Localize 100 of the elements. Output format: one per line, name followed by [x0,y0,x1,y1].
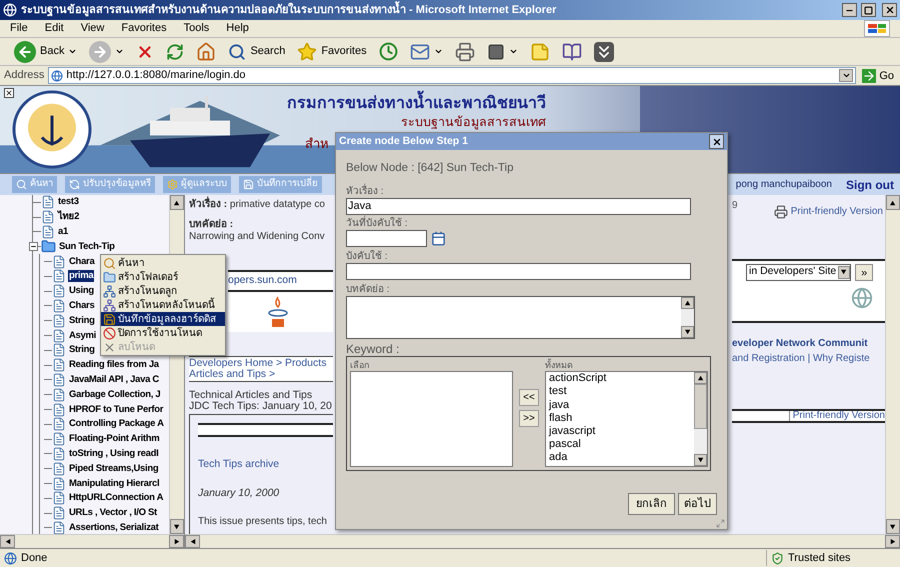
register-link[interactable]: and Registration | Why Registe [732,351,885,366]
menu-item[interactable]: บันทึกข้อมูลลงฮาร์ดดิส [101,312,225,326]
menu-item[interactable]: สร้างโฟลเดอร์ [101,270,225,284]
menu-item[interactable]: สร้างโหนดลูก [101,284,225,298]
menu-item[interactable]: ค้นหา [101,256,225,270]
resize-grip-icon[interactable] [716,519,725,528]
menu-item[interactable]: Help [226,20,249,37]
menu-item[interactable]: View [80,20,104,37]
abstract-field[interactable] [346,296,695,340]
tree-item[interactable]: JavaMail API , Java C [68,374,160,386]
scroll-down-button[interactable] [681,326,694,338]
breadcrumb-link[interactable]: Developers Home > Products [189,358,333,369]
toolbar-button[interactable] [592,40,616,64]
toolbar-button[interactable] [376,40,400,64]
tree-item[interactable]: Piped Streams,Using [68,462,160,475]
tree-item[interactable]: Sun Tech-Tip [58,240,116,253]
tree-item[interactable]: Chara [68,256,96,268]
scroll-down-button[interactable] [694,454,707,466]
breadcrumb-link[interactable]: Articles and Tips > [189,369,333,380]
tree-item[interactable]: Reading files from Ja [68,359,160,372]
keyword-option[interactable]: javascript [549,425,694,438]
close-button[interactable] [709,134,724,149]
go-button[interactable]: » [855,264,874,280]
scroll-down-button[interactable] [886,519,900,534]
window-title: ระบบฐานข้อมูลสารสนเทศสำหรับงานด้านความปลอดภัยในระบบการขนส่งทางน้ำ - Microsoft Internet Explorer [21,2,838,18]
scroll-right-button[interactable] [885,535,900,548]
scroll-up-button[interactable] [170,195,184,210]
banner-text: สำห [305,136,329,152]
right-arrow-icon [890,538,896,544]
keyword-option[interactable]: java [549,398,694,412]
print-link[interactable]: Print-friendly Version [790,204,883,219]
tree-item[interactable]: URLs , Vector , I/O St [68,507,158,520]
menu-item[interactable]: สร้างโหนดหลังโหนดนี้ [101,298,225,312]
archive-link[interactable]: Tech Tips archive [198,457,333,473]
tree-item[interactable]: toString , Using readI [68,448,160,460]
remove-button[interactable]: >> [519,410,539,428]
add-button[interactable]: << [519,389,539,406]
chosen-list[interactable] [350,371,513,468]
close-icon[interactable] [4,88,14,98]
community-link[interactable]: eveloper Network Communit [732,336,885,351]
menu-item[interactable]: Favorites [121,20,167,37]
close-button[interactable] [882,3,897,17]
go-button[interactable]: Go [860,68,896,82]
sign-out-link[interactable]: Sign out [846,176,894,194]
scroll-left-button[interactable] [185,535,200,548]
scroll-up-button[interactable] [694,372,707,384]
tree-item[interactable]: Manipulating Hierarcl [68,478,160,490]
toolbar-button[interactable]: Favorites [295,40,369,64]
menu-item[interactable]: Tools [184,20,210,37]
scroll-left-button[interactable] [0,535,15,548]
menu-item[interactable]: Edit [44,20,64,37]
tree-item[interactable]: test3 [57,196,80,208]
tree-item[interactable]: a1 [57,226,69,238]
scroll-up-button[interactable] [886,195,900,210]
scroll-right-button[interactable] [169,535,184,548]
tree-item[interactable]: Floating-Point Arithm [68,433,160,446]
ban-icon [103,326,116,340]
tree-item[interactable]: Chars [68,300,96,312]
keyword-option[interactable]: test [549,385,694,399]
tree-item[interactable]: HttpURLConnection A [68,492,164,504]
toolbar-button[interactable]: Search [226,40,288,64]
address-field[interactable]: http://127.0.0.1:8080/marine/login.do [48,67,856,84]
keyword-option[interactable]: ada [549,451,694,465]
topic-field[interactable]: Java [346,198,691,216]
tree-item[interactable]: ไทย2 [57,211,80,224]
zone-text: Trusted sites [788,550,851,566]
date-label: วันที่บังคับใช้ : [346,218,717,230]
collapse-toggle[interactable] [29,242,38,252]
keyword-option[interactable]: pascal [549,438,694,452]
calendar-icon[interactable] [431,231,446,246]
date-field[interactable] [346,230,427,248]
tree-item[interactable]: Asymi [68,330,98,342]
toolbar-button[interactable]: Back [12,40,80,64]
maximize-button[interactable] [861,3,876,17]
horizontal-scrollbar[interactable] [185,534,900,548]
enforce-label: บังคับใช้ : [346,251,389,264]
keyword-option[interactable]: actionScript [549,372,694,386]
tree-item[interactable]: HPROF to Tune Perfor [68,404,164,416]
scroll-up-button[interactable] [681,297,694,310]
keyword-list[interactable]: actionScript test java flash javascript pascal ada [545,371,708,468]
vertical-scrollbar[interactable] [885,195,900,534]
tree-item[interactable]: Using [68,285,95,298]
cancel-button[interactable]: ยกเลิก [628,493,675,516]
next-button[interactable]: ต่อไป [678,493,717,516]
dropdown-button[interactable] [839,69,854,82]
tree-item[interactable]: Garbage Collection, J [68,388,162,401]
enforce-field[interactable] [346,263,691,280]
tree-item[interactable]: String [68,344,96,356]
tree-item[interactable]: String [68,314,96,327]
keyword-option[interactable]: flash [549,412,694,426]
scroll-thumb[interactable] [694,384,707,430]
scope-select[interactable]: in Developers' Site [746,264,852,280]
minimize-button[interactable] [842,3,857,17]
menu-item[interactable]: ปิดการใช้งานโหนด [101,326,225,340]
horizontal-scrollbar[interactable] [0,534,184,548]
scroll-down-button[interactable] [170,519,184,534]
menu-item[interactable]: File [10,20,28,37]
tree-item[interactable]: Controlling Package A [68,418,165,430]
tree-item[interactable]: prima [68,270,94,282]
tree-item[interactable]: Assertions, Serializat [68,522,160,534]
